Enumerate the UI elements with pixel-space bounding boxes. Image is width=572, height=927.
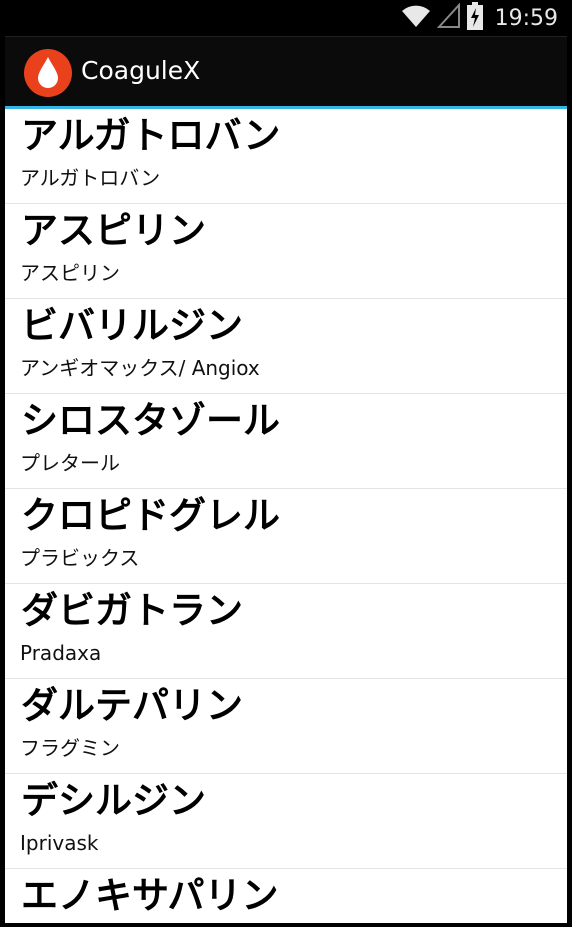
list-item[interactable]: ダルテパリン フラグミン [5, 679, 567, 774]
drug-brand: フラグミン [20, 736, 120, 760]
list-item[interactable]: アルガトロバン アルガトロバン [5, 109, 567, 204]
list-item[interactable]: ビバリルジン アンギオマックス/ Angiox [5, 299, 567, 394]
list-item[interactable]: エノキサパリン [5, 869, 567, 923]
status-icons: 19:59 [401, 0, 558, 36]
drug-brand: プラビックス [20, 546, 140, 570]
drug-brand: アンギオマックス/ Angiox [20, 356, 260, 380]
list-item[interactable]: クロピドグレル プラビックス [5, 489, 567, 584]
blood-drop-icon[interactable] [23, 48, 73, 98]
signal-icon [436, 2, 461, 33]
status-time: 19:59 [494, 5, 558, 31]
drug-brand: アルガトロバン [20, 166, 161, 190]
drug-name: ダルテパリン [21, 684, 243, 727]
action-bar: CoaguleX [5, 36, 567, 106]
drug-brand: Pradaxa [20, 641, 102, 665]
wifi-icon [401, 3, 431, 33]
drug-name: ダビガトラン [21, 589, 243, 632]
status-bar: 19:59 [0, 0, 572, 36]
drug-name: ビバリルジン [21, 304, 243, 347]
drug-list[interactable]: アルガトロバン アルガトロバン アスピリン アスピリン ビバリルジン アンギオマ… [5, 109, 567, 923]
drug-brand: プレタール [20, 451, 120, 475]
drug-brand: Iprivask [20, 831, 99, 855]
drug-name: シロスタゾール [21, 399, 280, 442]
drug-brand: アスピリン [20, 261, 120, 285]
list-item[interactable]: アスピリン アスピリン [5, 204, 567, 299]
battery-charging-icon [466, 2, 483, 34]
app-title: CoaguleX [81, 56, 201, 85]
list-item[interactable]: デシルジン Iprivask [5, 774, 567, 869]
list-item[interactable]: シロスタゾール プレタール [5, 394, 567, 489]
drug-name: デシルジン [21, 779, 206, 822]
drug-name: エノキサパリン [21, 874, 279, 917]
drug-name: アスピリン [21, 209, 206, 252]
drug-name: クロピドグレル [21, 494, 280, 537]
drug-name: アルガトロバン [21, 114, 281, 157]
list-item[interactable]: ダビガトラン Pradaxa [5, 584, 567, 679]
